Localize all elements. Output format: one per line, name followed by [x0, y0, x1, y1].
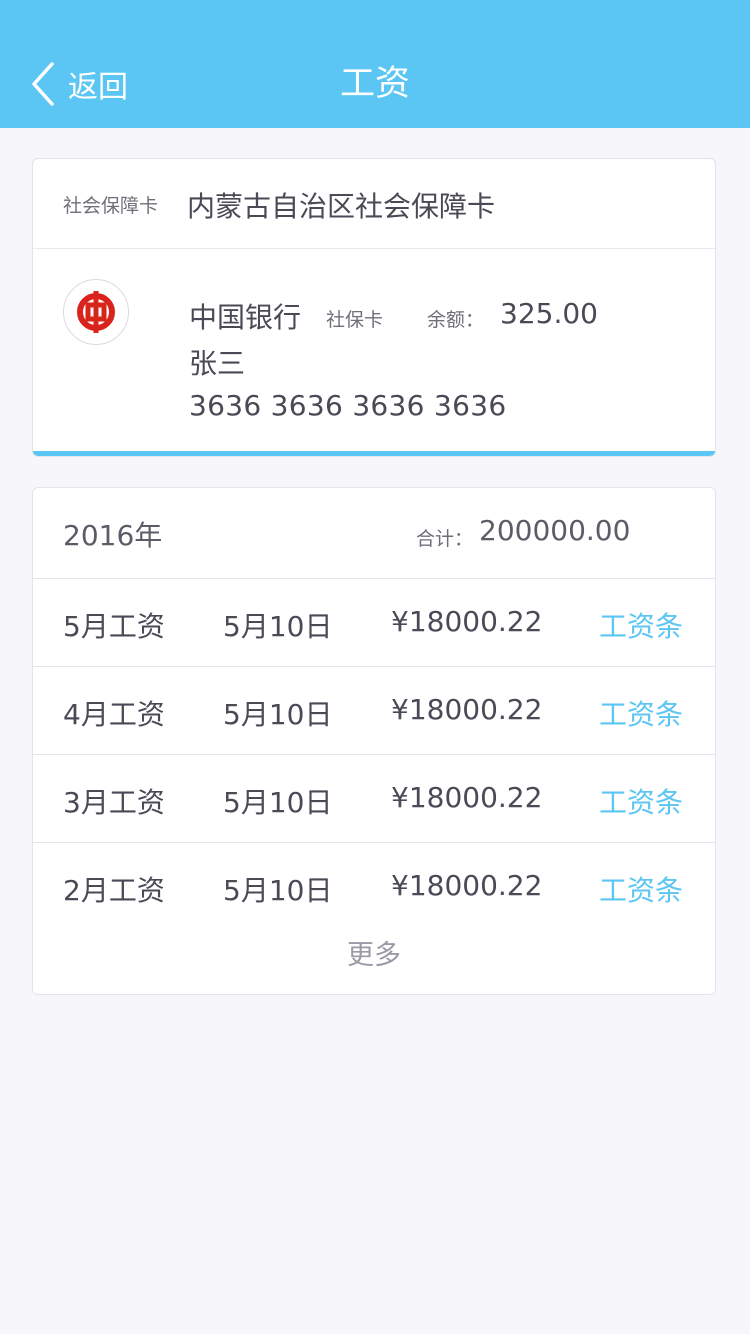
- salary-amount: ¥18000.22: [391, 781, 543, 814]
- more-button[interactable]: 更多: [33, 933, 715, 972]
- salary-total-label: 合计：: [416, 528, 474, 550]
- social-card-label: 社会保障卡: [63, 195, 159, 217]
- salary-month: 4月工资: [63, 698, 165, 731]
- salary-year-header: 2016年 合计： 200000.00: [33, 488, 715, 579]
- salary-row: 5月工资 5月10日 ¥18000.22 工资条: [33, 578, 715, 667]
- page-title: 工资: [339, 64, 410, 104]
- salary-date: 5月10日: [223, 698, 333, 731]
- salary-list-card: 2016年 合计： 200000.00 5月工资 5月10日 ¥18000.22…: [32, 487, 716, 995]
- salary-date: 5月10日: [223, 610, 333, 643]
- payslip-link[interactable]: 工资条: [599, 605, 683, 645]
- salary-date: 5月10日: [223, 874, 333, 907]
- social-card-header: 社会保障卡 内蒙古自治区社会保障卡: [33, 159, 715, 249]
- salary-total-value: 200000.00: [479, 514, 631, 547]
- salary-amount: ¥18000.22: [391, 869, 543, 902]
- card-holder-name: 张三: [189, 347, 246, 380]
- card-number: 3636 3636 3636 3636: [189, 389, 507, 422]
- balance-value: 325.00: [500, 297, 598, 330]
- salary-amount: ¥18000.22: [391, 605, 543, 638]
- balance-label: 余额：: [427, 309, 485, 331]
- salary-row: 2月工资 5月10日 ¥18000.22 工资条: [33, 842, 715, 930]
- salary-year: 2016年: [63, 519, 163, 552]
- payslip-link[interactable]: 工资条: [599, 781, 683, 821]
- salary-month: 3月工资: [63, 786, 165, 819]
- bank-of-china-logo-icon: [63, 279, 129, 345]
- payslip-link[interactable]: 工资条: [599, 869, 683, 909]
- salary-amount: ¥18000.22: [391, 693, 543, 726]
- nav-bar: 返回 工资: [0, 0, 750, 128]
- payslip-link[interactable]: 工资条: [599, 693, 683, 733]
- social-card-name: 内蒙古自治区社会保障卡: [187, 190, 496, 223]
- card-accent-bar: [33, 451, 715, 456]
- bank-name: 中国银行: [189, 301, 302, 334]
- salary-row: 3月工资 5月10日 ¥18000.22 工资条: [33, 754, 715, 843]
- salary-month: 5月工资: [63, 610, 165, 643]
- social-security-card: 社会保障卡 内蒙古自治区社会保障卡 中国银行 社保卡 余额： 325.00 张三…: [32, 158, 716, 457]
- salary-month: 2月工资: [63, 874, 165, 907]
- card-type: 社保卡: [326, 309, 384, 331]
- salary-date: 5月10日: [223, 786, 333, 819]
- salary-row: 4月工资 5月10日 ¥18000.22 工资条: [33, 666, 715, 755]
